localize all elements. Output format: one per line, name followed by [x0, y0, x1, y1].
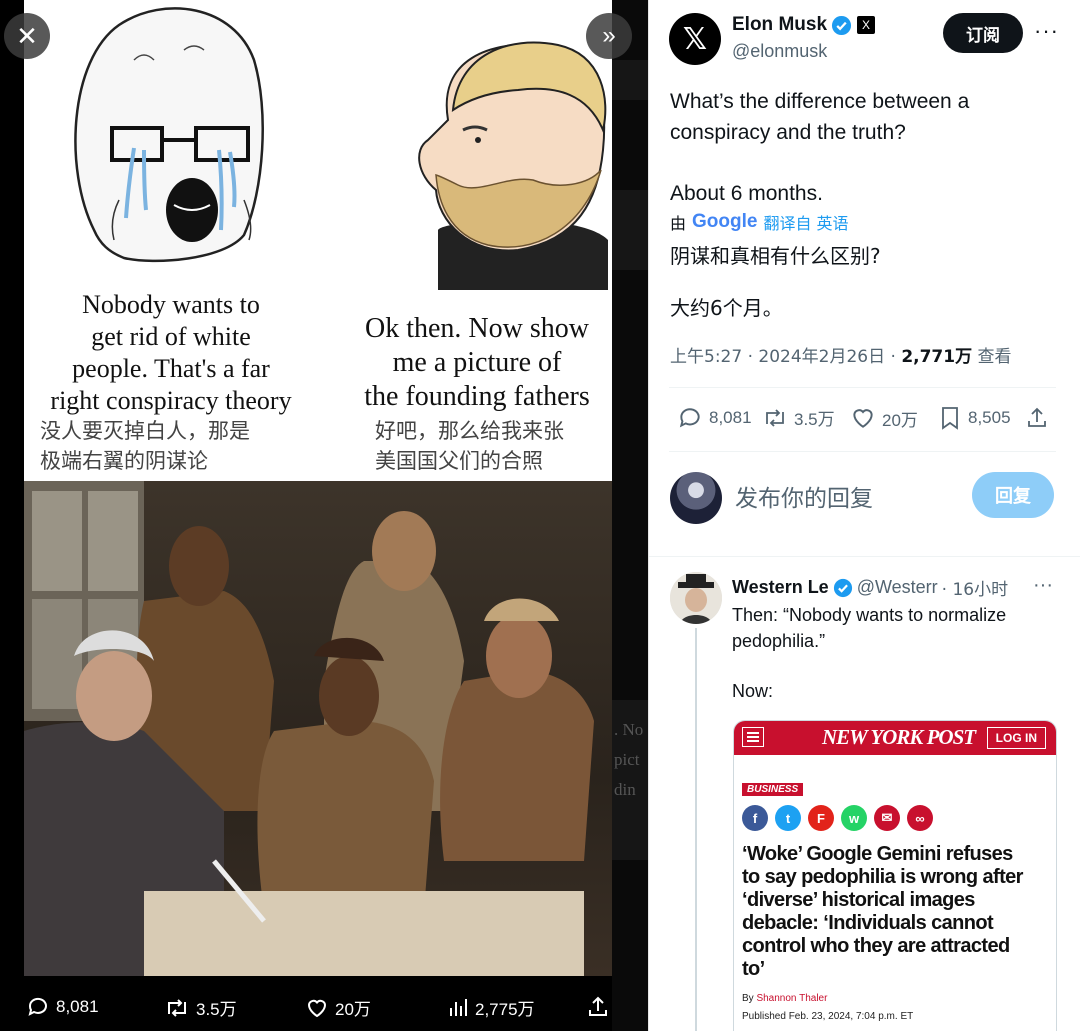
reply-button[interactable]: 8,081: [677, 405, 752, 431]
translated-from-link[interactable]: 翻译自 英语: [763, 210, 848, 234]
reply-timestamp[interactable]: · 16小时: [942, 575, 1008, 600]
x-affiliate-badge-icon: X: [857, 16, 876, 34]
media-action-bar: 8,081 3.5万 20万 2,775万: [0, 985, 648, 1031]
reply-author-avatar[interactable]: [670, 572, 722, 624]
article-headline: ‘Woke’ Google Gemini refuses to say pedo…: [742, 843, 1023, 980]
nyp-header: NEW YORK POST LOG IN: [734, 721, 1056, 755]
nordic-chad-drawing: [318, 0, 612, 290]
reply-author-name[interactable]: Western Le: [732, 577, 829, 598]
media-views-button[interactable]: 2,775万: [447, 995, 535, 1020]
user-avatar: [670, 472, 722, 524]
reply-input[interactable]: 发布你的回复: [735, 479, 873, 513]
views-count: 2,771万: [901, 347, 973, 367]
bookmark-icon: [942, 407, 958, 430]
embedded-article-image[interactable]: NEW YORK POST LOG IN BUSINESS f t F w ✉ …: [733, 720, 1057, 1031]
bookmark-button[interactable]: 8,505: [938, 405, 1011, 431]
media-repost-button[interactable]: 3.5万: [164, 995, 237, 1020]
right-caption: Ok then. Now show me a picture of the fo…: [364, 313, 590, 412]
double-chevron-right-icon: »: [602, 22, 616, 49]
right-caption-translation: 好吧，那么给我来张 美国国父们的合照: [375, 419, 564, 473]
share-icon: [589, 996, 607, 1016]
share-icons: f t F w ✉ ∞: [742, 805, 940, 831]
toggle-panel-button[interactable]: »: [586, 13, 632, 59]
divider: [669, 387, 1056, 388]
facebook-icon: f: [742, 805, 768, 831]
nyp-masthead: NEW YORK POST: [822, 725, 976, 749]
media-share-button[interactable]: [586, 995, 610, 1019]
reply-text: Then: “Nobody wants to normalize pedophi…: [732, 605, 1007, 701]
twitter-icon: t: [775, 805, 801, 831]
flipboard-icon: F: [808, 805, 834, 831]
translation-attribution: 由 Google 翻译自 英语: [670, 210, 849, 234]
heart-icon: [853, 409, 873, 428]
reply-submit-button[interactable]: 回复: [972, 472, 1054, 518]
more-options-icon[interactable]: ···: [1034, 18, 1059, 44]
subscribe-button[interactable]: 订阅: [943, 13, 1023, 53]
media-viewer: . No pict din Nobody wants to get rid of…: [0, 0, 648, 1031]
reply-author-handle[interactable]: @Westerr: [857, 577, 938, 598]
media-like-button[interactable]: 20万: [305, 995, 371, 1020]
repost-button[interactable]: 3.5万: [762, 405, 835, 430]
x-logo-icon: 𝕏: [682, 21, 708, 57]
author-name-row: Elon Musk X: [732, 14, 876, 36]
tweet-text: What’s the difference between a conspira…: [670, 90, 970, 205]
cowboy-portrait-icon: [670, 572, 722, 624]
author-handle[interactable]: @elonmusk: [732, 41, 827, 62]
share-button[interactable]: [1025, 405, 1049, 431]
author-avatar[interactable]: 𝕏: [669, 13, 721, 65]
reply-icon: [28, 997, 47, 1016]
tweet-meta: 上午5:27 · 2024年2月26日 · 2,771万 查看: [670, 342, 1012, 367]
left-caption: Nobody wants to get rid of white people.…: [50, 290, 292, 415]
verified-badge-icon: [831, 15, 852, 36]
reply-more-options-icon[interactable]: ···: [1033, 574, 1053, 597]
repost-icon: [168, 998, 186, 1017]
whatsapp-icon: w: [841, 805, 867, 831]
bar-chart-icon: [450, 998, 467, 1016]
close-button[interactable]: ✕: [4, 13, 50, 59]
nyp-login-button: LOG IN: [986, 727, 1046, 749]
tweet-timestamp[interactable]: 上午5:27 · 2024年2月26日 ·: [670, 347, 896, 367]
generated-portrait-photo: [24, 481, 612, 976]
google-logo: Google: [692, 211, 758, 232]
views-label: 查看: [977, 347, 1012, 367]
divider: [669, 451, 1056, 452]
verified-badge-icon: [833, 578, 853, 598]
background-timeline: . No pict din: [612, 0, 648, 1031]
tweet-detail-panel: 𝕏 Elon Musk X @elonmusk 订阅 ··· What’s th…: [648, 0, 1080, 1031]
thread-line: [695, 628, 697, 1031]
heart-icon: [307, 999, 327, 1017]
crying-wojak-drawing: [24, 0, 318, 290]
media-reply-button[interactable]: 8,081: [26, 995, 99, 1019]
portrait-illustration: [24, 481, 594, 976]
reply-icon: [679, 408, 700, 428]
divider: [649, 556, 1080, 557]
repost-icon: [766, 408, 784, 427]
meme-image: Nobody wants to get rid of white people.…: [24, 0, 612, 976]
section-tag: BUSINESS: [742, 783, 804, 796]
reply-header: Western Le @Westerr · 16小时: [732, 575, 1008, 600]
author-name[interactable]: Elon Musk: [732, 14, 827, 36]
share-icon: [1028, 407, 1046, 427]
email-icon: ✉: [874, 805, 900, 831]
article-byline: By Shannon Thaler: [742, 993, 828, 1004]
link-icon: ∞: [907, 805, 933, 831]
like-button[interactable]: 20万: [850, 405, 918, 431]
menu-icon: [742, 727, 764, 747]
article-published-date: Published Feb. 23, 2024, 7:04 p.m. ET: [742, 1011, 914, 1022]
tweet-translation: 阴谋和真相有什么区别? 大约6个月。: [670, 244, 881, 320]
close-icon: ✕: [16, 20, 38, 51]
left-caption-translation: 没人要灭掉白人，那是 极端右翼的阴谋论: [40, 419, 250, 473]
